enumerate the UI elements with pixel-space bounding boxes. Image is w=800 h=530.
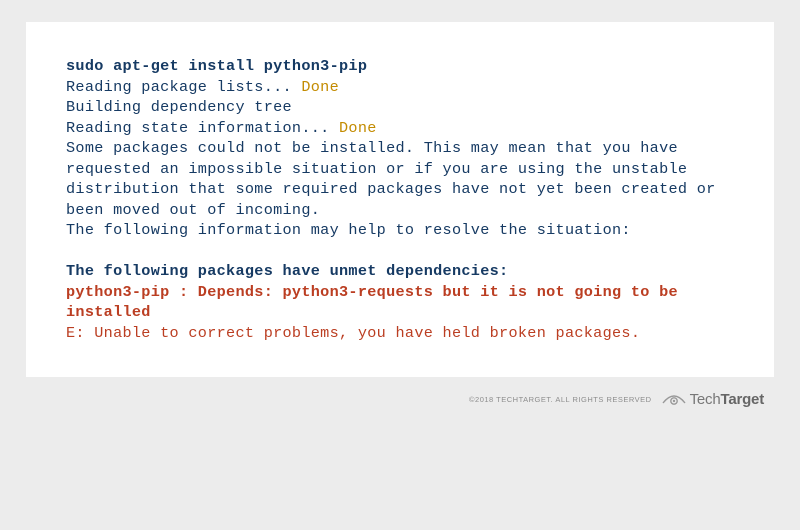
- final-error: E: Unable to correct problems, you have …: [66, 323, 734, 344]
- blank-line: [66, 241, 734, 262]
- copyright-text: ©2018 TECHTARGET. ALL RIGHTS RESERVED: [469, 395, 652, 404]
- status-done: Done: [339, 119, 377, 137]
- terminal-output: sudo apt-get install python3-pip Reading…: [26, 22, 774, 377]
- output-line: Reading package lists... Done: [66, 77, 734, 98]
- eye-icon: [662, 393, 686, 407]
- command-line: sudo apt-get install python3-pip: [66, 56, 734, 77]
- output-line: Building dependency tree: [66, 97, 734, 118]
- brand-logo: TechTarget: [662, 391, 764, 408]
- status-done: Done: [301, 78, 339, 96]
- brand-name: TechTarget: [690, 391, 764, 408]
- unmet-deps-header: The following packages have unmet depend…: [66, 261, 734, 282]
- footer: ©2018 TECHTARGET. ALL RIGHTS RESERVED Te…: [26, 377, 774, 408]
- dependency-error: python3-pip : Depends: python3-requests …: [66, 282, 734, 323]
- output-line: Reading state information... Done: [66, 118, 734, 139]
- output-message: The following information may help to re…: [66, 220, 734, 241]
- output-message: Some packages could not be installed. Th…: [66, 138, 734, 220]
